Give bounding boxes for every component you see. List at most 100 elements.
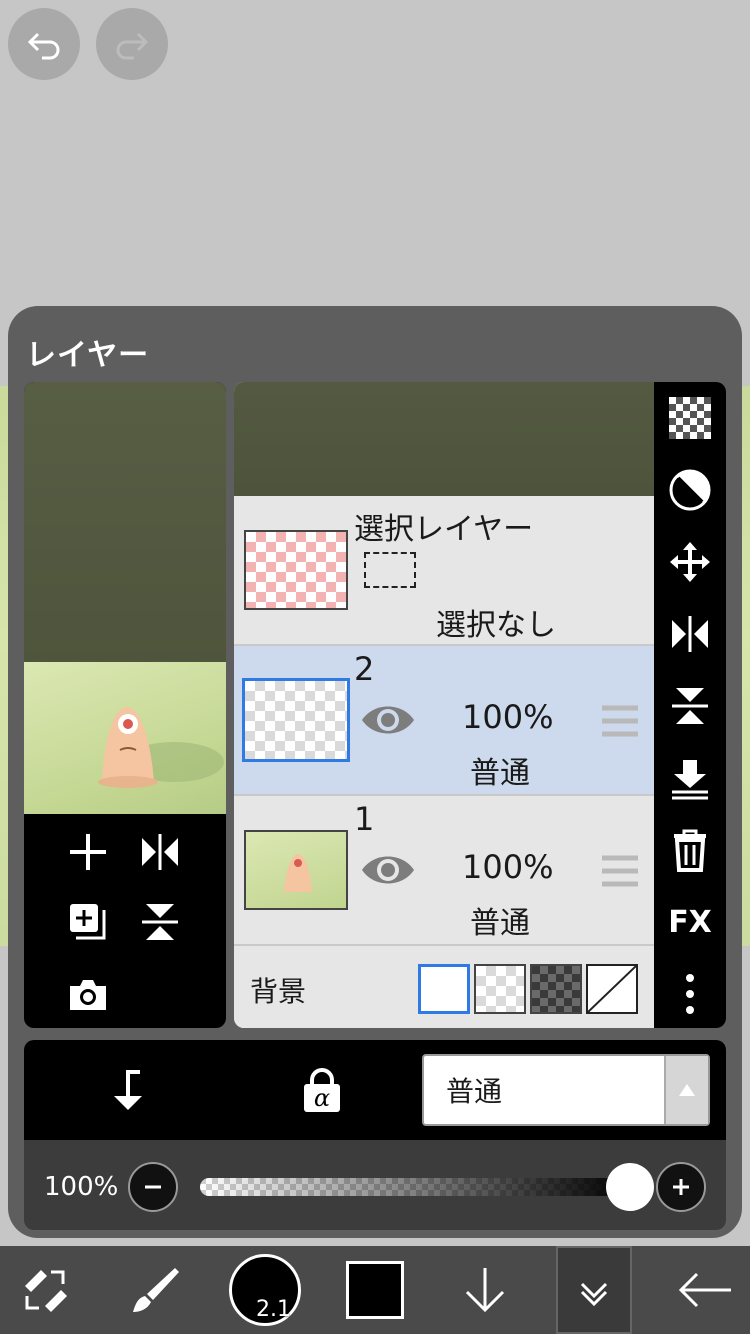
selection-status: 選択なし xyxy=(436,608,556,643)
blend-mode-value: 普通 xyxy=(446,1075,503,1108)
minus-icon xyxy=(145,1185,161,1189)
fx-icon: FX xyxy=(668,904,712,940)
background-label: 背景 xyxy=(250,975,307,1008)
flip-vertical-icon xyxy=(142,904,178,940)
no-background-icon xyxy=(587,965,637,1013)
add-layer-button[interactable] xyxy=(64,828,112,876)
flip-horizontal-icon xyxy=(672,616,708,652)
drag-handle[interactable] xyxy=(600,854,640,892)
flip-vertical-button[interactable] xyxy=(666,682,714,730)
add-layer-icon xyxy=(70,834,106,870)
alpha-lock-icon: α xyxy=(302,1068,342,1112)
tool-switch-button[interactable] xyxy=(0,1246,90,1334)
tool-switch-icon xyxy=(25,1270,67,1312)
brush-size-button[interactable]: 2.1 xyxy=(220,1246,310,1334)
brush-button[interactable] xyxy=(110,1246,200,1334)
undo-icon xyxy=(27,32,60,60)
layer-opacity: 100% xyxy=(462,848,554,886)
layer-row[interactable]: 1 100% 普通 xyxy=(234,796,654,946)
move-button[interactable] xyxy=(666,538,714,586)
invert-icon xyxy=(669,469,711,511)
background-transparent-option[interactable] xyxy=(474,964,526,1014)
back-arrow-icon xyxy=(678,1272,731,1308)
arrow-down-icon xyxy=(465,1268,505,1313)
opacity-increase-button[interactable] xyxy=(656,1162,706,1212)
color-button[interactable] xyxy=(330,1246,420,1334)
color-swatch xyxy=(346,1261,404,1319)
flip-layer-horizontal-button[interactable] xyxy=(136,828,184,876)
background-row: 背景 xyxy=(234,946,654,1028)
triangle-up-icon xyxy=(679,1084,695,1096)
redo-icon xyxy=(116,32,149,60)
plus-icon xyxy=(673,1179,689,1195)
background-dark-option[interactable] xyxy=(530,964,582,1014)
preview-image xyxy=(24,662,226,814)
camera-button[interactable] xyxy=(64,970,112,1018)
alpha-symbol: α xyxy=(304,1084,340,1112)
redo-button[interactable] xyxy=(96,8,168,80)
panel-title: レイヤー xyxy=(26,338,150,373)
duplicate-layer-button[interactable] xyxy=(64,898,112,946)
visibility-toggle[interactable] xyxy=(360,698,416,746)
selection-layer-thumbnail xyxy=(244,530,348,610)
brush-size-indicator: 2.1 xyxy=(229,1254,301,1326)
layer-number: 2 xyxy=(354,650,375,688)
background-white-option[interactable] xyxy=(418,964,470,1014)
layer-blend-mode: 普通 xyxy=(470,756,530,791)
arrow-down-button[interactable] xyxy=(440,1246,530,1334)
drag-handle-icon xyxy=(602,705,638,737)
transparency-checker-button[interactable] xyxy=(666,394,714,442)
more-options-button[interactable] xyxy=(666,970,714,1018)
layer-panel-toggle-icon xyxy=(580,1282,608,1307)
camera-icon xyxy=(70,980,106,1010)
layer-blend-mode: 普通 xyxy=(470,906,530,941)
opacity-label: 100% xyxy=(44,1172,119,1202)
selection-layer-row[interactable]: 選択レイヤー 選択なし xyxy=(234,496,654,646)
clipping-icon xyxy=(114,1070,142,1110)
layer-thumbnail xyxy=(244,830,348,910)
visibility-toggle[interactable] xyxy=(360,848,416,896)
character-thumbnail xyxy=(284,854,312,892)
opacity-slider-knob[interactable] xyxy=(606,1163,654,1211)
clipping-button[interactable] xyxy=(100,1066,148,1114)
selection-marquee-icon xyxy=(364,552,416,588)
eye-icon xyxy=(362,856,414,884)
flip-layer-vertical-button[interactable] xyxy=(136,898,184,946)
layer-panel-toggle-button[interactable] xyxy=(556,1246,632,1334)
invert-button[interactable] xyxy=(666,466,714,514)
brush-size-value: 2.1 xyxy=(256,1297,291,1322)
alpha-lock-button[interactable]: α xyxy=(298,1066,346,1114)
layer-thumbnail xyxy=(242,678,350,762)
background-none-option[interactable] xyxy=(586,964,638,1014)
undo-button[interactable] xyxy=(8,8,80,80)
drag-handle-icon xyxy=(602,855,638,887)
trash-icon xyxy=(674,829,706,872)
layer-opacity: 100% xyxy=(462,698,554,736)
fx-button[interactable]: FX xyxy=(666,898,714,946)
drag-handle[interactable] xyxy=(600,704,640,742)
selection-layer-title: 選択レイヤー xyxy=(354,512,534,547)
blend-mode-dropdown-button[interactable] xyxy=(664,1056,708,1124)
back-button[interactable] xyxy=(660,1246,750,1334)
opacity-slider[interactable] xyxy=(200,1178,630,1196)
brush-icon xyxy=(133,1268,179,1312)
flip-horizontal-icon xyxy=(142,834,178,870)
blend-mode-select[interactable]: 普通 xyxy=(422,1054,710,1126)
flip-vertical-icon xyxy=(672,688,708,724)
more-vertical-icon xyxy=(686,974,694,1014)
delete-layer-button[interactable] xyxy=(666,826,714,874)
layer-list: 選択レイヤー 選択なし 2 100% 普通 1 100% 普通 背景 xyxy=(234,382,654,1028)
flip-horizontal-button[interactable] xyxy=(666,610,714,658)
opacity-decrease-button[interactable] xyxy=(128,1162,178,1212)
layer-preview xyxy=(24,382,226,1028)
layer-row[interactable]: 2 100% 普通 xyxy=(234,646,654,796)
transparency-checker-icon xyxy=(669,397,711,439)
preview-dark-area xyxy=(24,382,226,662)
merge-down-button[interactable] xyxy=(666,754,714,802)
merge-down-icon xyxy=(672,760,708,800)
eye-icon xyxy=(362,706,414,734)
character-illustration xyxy=(98,707,224,788)
move-icon xyxy=(670,542,710,582)
duplicate-layer-icon xyxy=(70,904,106,940)
layer-list-top-preview xyxy=(234,382,654,496)
